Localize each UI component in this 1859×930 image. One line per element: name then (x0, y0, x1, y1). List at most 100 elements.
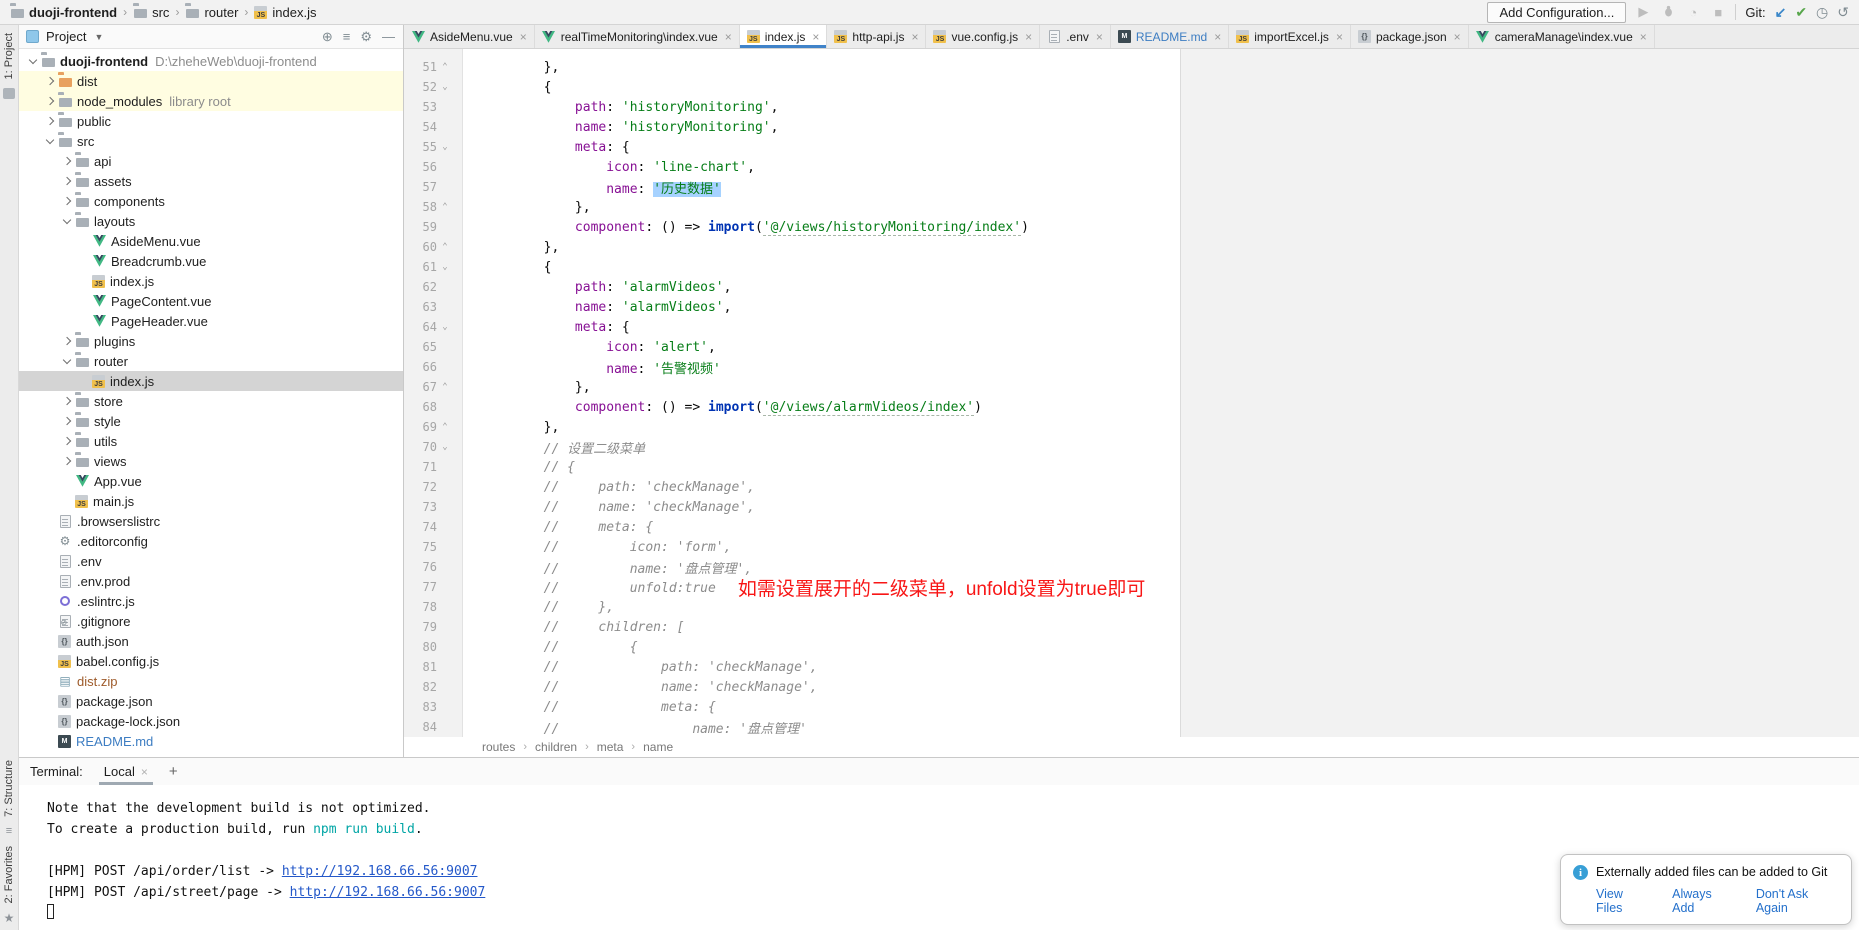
tree-toggle[interactable] (59, 178, 75, 184)
editor-breadcrumb-meta[interactable]: meta (595, 740, 626, 754)
editor-tab-asidemenu-vue[interactable]: AsideMenu.vue× (404, 25, 535, 48)
tree-item-pageheader-vue[interactable]: PageHeader.vue (19, 311, 403, 331)
close-tab-icon[interactable]: × (1025, 30, 1032, 44)
close-tab-icon[interactable]: × (1454, 30, 1461, 44)
tool-window-structure-button[interactable]: 7: Structure (3, 760, 15, 817)
tree-item-plugins[interactable]: plugins (19, 331, 403, 351)
tree-item-store[interactable]: store (19, 391, 403, 411)
tree-item-duoji-frontend[interactable]: duoji-frontendD:\zheheWeb\duoji-frontend (19, 51, 403, 71)
editor-tab-env[interactable]: .env× (1040, 25, 1111, 48)
tree-item-babel-config-js[interactable]: JSbabel.config.js (19, 651, 403, 671)
tree-toggle[interactable] (59, 360, 75, 363)
debug-bug-icon[interactable] (1660, 5, 1676, 20)
tree-toggle[interactable] (59, 458, 75, 464)
editor-tab-vue-config-js[interactable]: JSvue.config.js× (926, 25, 1040, 48)
editor-tab-package-json[interactable]: {}package.json× (1351, 25, 1469, 48)
fold-marker-icon[interactable]: ⌄ (437, 142, 453, 152)
fold-marker-icon[interactable]: ⌄ (437, 262, 453, 272)
tree-item-utils[interactable]: utils (19, 431, 403, 451)
stop-icon[interactable]: ■ (1710, 5, 1726, 20)
terminal-tab-local[interactable]: Local × (99, 758, 153, 785)
breadcrumb-item-src[interactable]: src (131, 5, 171, 20)
git-commit-icon[interactable]: ✔ (1795, 4, 1807, 21)
editor-tab-readme-md[interactable]: MREADME.md× (1111, 25, 1229, 48)
git-rollback-icon[interactable]: ↺ (1837, 4, 1849, 21)
hide-panel-icon[interactable]: ― (382, 29, 395, 44)
tree-item-public[interactable]: public (19, 111, 403, 131)
fold-marker-icon[interactable]: ⌄ (437, 442, 453, 452)
breadcrumb-item-duoji-frontend[interactable]: duoji-frontend (8, 5, 119, 20)
tree-toggle[interactable] (42, 98, 58, 104)
tree-item-package-lock-json[interactable]: {}package-lock.json (19, 711, 403, 731)
fold-marker-icon[interactable]: ⌃ (437, 382, 453, 392)
tree-item-main-js[interactable]: JSmain.js (19, 491, 403, 511)
fold-marker-icon[interactable]: ⌃ (437, 422, 453, 432)
notification-action-view-files[interactable]: View Files (1596, 887, 1650, 915)
tree-item-index-js[interactable]: JSindex.js (19, 371, 403, 391)
run-with-coverage-icon[interactable]: ◔ (1685, 5, 1701, 20)
tree-item-views[interactable]: views (19, 451, 403, 471)
fold-marker-icon[interactable]: ⌃ (437, 62, 453, 72)
editor-tab-importexcel-js[interactable]: JSimportExcel.js× (1229, 25, 1351, 48)
tree-toggle[interactable] (42, 118, 58, 124)
close-tab-icon[interactable]: × (725, 30, 732, 44)
tree-item-editorconfig[interactable]: ⚙.editorconfig (19, 531, 403, 551)
tree-item-env[interactable]: .env (19, 551, 403, 571)
fold-marker-icon[interactable]: ⌄ (437, 322, 453, 332)
tree-toggle[interactable] (59, 438, 75, 444)
editor-tab-cameramanage-index-vue[interactable]: cameraManage\index.vue× (1469, 25, 1655, 48)
editor-tab-realtimemonitoring-index-vue[interactable]: realTimeMonitoring\index.vue× (535, 25, 740, 48)
close-tab-icon[interactable]: × (1096, 30, 1103, 44)
tree-item-layouts[interactable]: layouts (19, 211, 403, 231)
tree-toggle[interactable] (25, 60, 41, 63)
tree-item-src[interactable]: src (19, 131, 403, 151)
tree-item-breadcrumb-vue[interactable]: Breadcrumb.vue (19, 251, 403, 271)
close-tab-icon[interactable]: × (520, 30, 527, 44)
locate-file-icon[interactable]: ⊕ (322, 29, 333, 45)
editor-breadcrumb-name[interactable]: name (641, 740, 675, 754)
tree-item-components[interactable]: components (19, 191, 403, 211)
notification-action-don-t-ask-again[interactable]: Don't Ask Again (1756, 887, 1839, 915)
tree-item-node-modules[interactable]: node_moduleslibrary root (19, 91, 403, 111)
tree-item-style[interactable]: style (19, 411, 403, 431)
editor-tab-http-api-js[interactable]: JShttp-api.js× (827, 25, 926, 48)
tree-item-router[interactable]: router (19, 351, 403, 371)
tree-toggle[interactable] (42, 140, 58, 143)
tree-item-gitignore[interactable]: ⊘.gitignore (19, 611, 403, 631)
run-icon[interactable]: ▶ (1635, 4, 1651, 20)
add-configuration-button[interactable]: Add Configuration... (1487, 2, 1626, 23)
tree-item-readme-md[interactable]: MREADME.md (19, 731, 403, 751)
fold-marker-icon[interactable]: ⌄ (437, 82, 453, 92)
tree-item-package-json[interactable]: {}package.json (19, 691, 403, 711)
project-panel-title[interactable]: Project (46, 29, 86, 44)
tree-toggle[interactable] (59, 338, 75, 344)
fold-marker-icon[interactable]: ⌃ (437, 202, 453, 212)
tree-item-dist[interactable]: dist (19, 71, 403, 91)
tree-item-browserslistrc[interactable]: .browserslistrc (19, 511, 403, 531)
close-tab-icon[interactable]: × (1336, 30, 1343, 44)
tree-item-dist-zip[interactable]: ▤dist.zip (19, 671, 403, 691)
editor-breadcrumb-routes[interactable]: routes (480, 740, 517, 754)
new-terminal-session-icon[interactable]: + (169, 763, 178, 780)
notification-action-always-add[interactable]: Always Add (1672, 887, 1734, 915)
tree-item-assets[interactable]: assets (19, 171, 403, 191)
tree-toggle[interactable] (42, 78, 58, 84)
tree-toggle[interactable] (59, 198, 75, 204)
tool-window-favorites-button[interactable]: 2: Favorites (3, 846, 15, 903)
breadcrumb-item-index-js[interactable]: JSindex.js (252, 5, 318, 20)
tree-item-app-vue[interactable]: App.vue (19, 471, 403, 491)
close-icon[interactable]: × (141, 765, 148, 779)
tree-toggle[interactable] (59, 418, 75, 424)
close-tab-icon[interactable]: × (911, 30, 918, 44)
tree-toggle[interactable] (59, 220, 75, 223)
close-tab-icon[interactable]: × (812, 30, 819, 44)
git-history-icon[interactable]: ◷ (1816, 4, 1828, 21)
collapse-all-icon[interactable]: ≡ (343, 29, 351, 44)
editor-breadcrumb-children[interactable]: children (533, 740, 579, 754)
tree-toggle[interactable] (59, 158, 75, 164)
terminal-link[interactable]: http://192.168.66.56:9007 (290, 885, 486, 900)
tool-window-project-button[interactable]: 1: Project (3, 33, 15, 79)
close-tab-icon[interactable]: × (1640, 30, 1647, 44)
tree-item-eslintrc-js[interactable]: .eslintrc.js (19, 591, 403, 611)
close-tab-icon[interactable]: × (1214, 30, 1221, 44)
